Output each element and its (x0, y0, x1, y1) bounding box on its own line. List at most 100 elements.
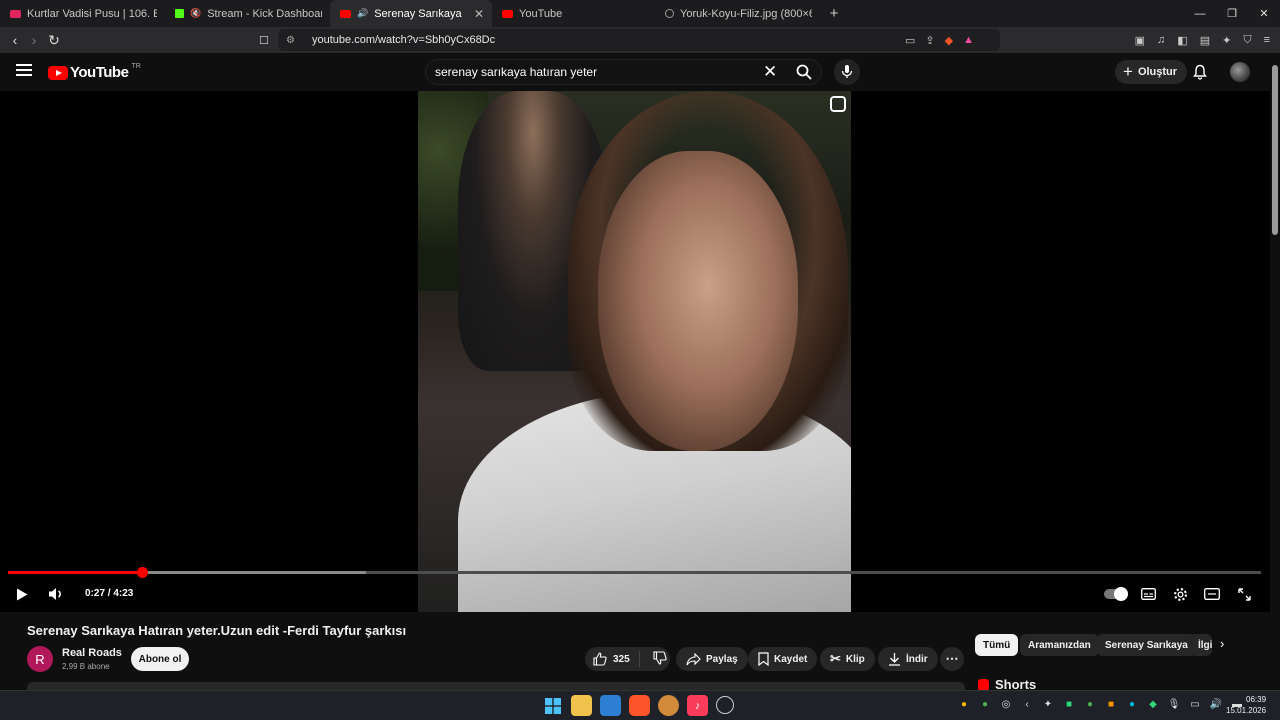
start-windows-icon[interactable] (542, 695, 563, 716)
cast-icon[interactable]: ▭ (905, 34, 915, 47)
vpn-icon[interactable]: ⛉ (1243, 34, 1251, 47)
browser-tab-3[interactable]: 🔊 Serenay Sarıkaya Hatıran yeter ✕ (330, 0, 492, 27)
chips-next-chevron-icon[interactable]: › (1220, 636, 1224, 651)
browser-tab-1[interactable]: Kurtlar Vadisi Pusu | 106. Bölüm | Yüks (0, 0, 165, 27)
tray-app-icon[interactable]: ◆ (1147, 698, 1159, 710)
brave-browser-icon[interactable] (629, 695, 650, 716)
description-box[interactable] (27, 682, 965, 690)
clear-search-icon[interactable]: ✕ (763, 62, 777, 82)
account-avatar[interactable] (1230, 62, 1250, 82)
theater-mode-button[interactable] (1202, 582, 1222, 606)
video-player[interactable] (0, 91, 1270, 612)
bookmark-icon[interactable]: ☐ (254, 30, 274, 50)
channel-name[interactable]: Real Roads (62, 647, 122, 659)
youtube-logo[interactable]: YouTube TR (48, 63, 141, 81)
tray-app-icon[interactable]: ● (979, 698, 991, 710)
site-info-icon[interactable]: ⚙ (286, 35, 298, 46)
guide-menu-icon[interactable] (16, 64, 32, 78)
sidebar-icon[interactable]: ◧ (1177, 34, 1187, 47)
chip-from-search[interactable]: Aramanızdan (1020, 634, 1099, 656)
bookmark-save-icon (758, 652, 769, 666)
forward-icon[interactable]: › (24, 30, 44, 50)
fullscreen-icon (1237, 587, 1251, 601)
tray-app-icon[interactable]: ● (1126, 698, 1138, 710)
reader-icon[interactable]: ▣ (1135, 34, 1145, 47)
tab-label: Stream - Kick Dashboard (207, 7, 322, 20)
minimize-icon[interactable]: — (1184, 0, 1216, 27)
network-icon[interactable]: ▭ (1189, 698, 1201, 710)
tab-label: Serenay Sarıkaya Hatıran yeter (374, 7, 462, 20)
clip-button[interactable]: ✂ Klip (820, 647, 875, 671)
audio-playing-icon[interactable]: 🔊 (357, 8, 368, 19)
game-app-icon[interactable] (658, 695, 679, 716)
back-icon[interactable]: ‹ (5, 30, 25, 50)
tray-app-icon[interactable]: ■ (1063, 698, 1075, 710)
browser-tab-4[interactable]: YouTube (492, 0, 655, 27)
music-icon[interactable]: ♫ (1157, 34, 1165, 46)
create-button[interactable]: + Oluştur (1115, 60, 1188, 84)
fullscreen-button[interactable] (1234, 582, 1254, 606)
plus-icon: + (1123, 62, 1133, 81)
new-tab-button[interactable]: + (820, 0, 848, 27)
notifications-bell-icon[interactable] (1192, 64, 1208, 80)
page-scrollbar[interactable] (1270, 53, 1280, 690)
reload-icon[interactable]: ↻ (44, 30, 64, 50)
chip-all[interactable]: Tümü (975, 634, 1019, 656)
subtitles-button[interactable] (1138, 582, 1158, 606)
close-tab-icon[interactable]: ✕ (468, 7, 484, 21)
video-frame[interactable] (418, 91, 851, 612)
voice-search-button[interactable] (834, 59, 860, 85)
volume-icon (49, 588, 61, 600)
browser-tab-2[interactable]: 🔇 Stream - Kick Dashboard (165, 0, 330, 27)
scrubber-handle[interactable] (137, 567, 149, 578)
subscriber-count: 2,99 B abone (62, 662, 110, 671)
microphone-icon (841, 65, 853, 78)
volume-button[interactable] (46, 582, 66, 606)
music-app-icon[interactable]: ♪ (687, 695, 708, 716)
share-icon[interactable]: ⇪ (925, 34, 934, 47)
more-actions-button[interactable]: ⋯ (940, 647, 964, 671)
share-button[interactable]: Paylaş (676, 647, 748, 671)
file-explorer-icon[interactable] (571, 695, 592, 716)
tray-app-icon[interactable]: ◎ (1000, 698, 1012, 710)
rewards-icon[interactable]: ▲ (963, 34, 974, 46)
restore-icon[interactable]: ❐ (1216, 0, 1248, 27)
download-button[interactable]: İndir (878, 647, 938, 671)
chip-related[interactable]: İlgili (1190, 634, 1212, 656)
tray-app-icon[interactable]: ● (1084, 698, 1096, 710)
close-window-icon[interactable]: ✕ (1248, 0, 1280, 27)
save-label: Kaydet (774, 653, 808, 665)
progress-bar[interactable] (8, 567, 1261, 578)
search-input[interactable]: serenay sarıkaya hatıran yeter ✕ (425, 59, 822, 85)
menu-icon[interactable]: ≡ (1264, 34, 1270, 46)
subscribe-button[interactable]: Abone ol (131, 647, 189, 671)
save-button[interactable]: Kaydet (748, 647, 818, 671)
download-icon (889, 653, 900, 666)
tray-app-icon[interactable]: ■ (1105, 698, 1117, 710)
store-icon[interactable] (600, 695, 621, 716)
taskbar-clock[interactable]: 06:39 15.01.2026 (1226, 694, 1266, 716)
microphone-tray-icon[interactable]: 🎙 (1168, 698, 1181, 710)
brave-shield-icon[interactable]: ◆ (945, 34, 953, 47)
player-controls: 0:27 / 4:23 (0, 582, 1270, 606)
channel-avatar[interactable]: R (27, 646, 53, 672)
muted-audio-icon[interactable]: 🔇 (190, 8, 201, 19)
autoplay-toggle[interactable] (1104, 587, 1128, 601)
search-icon[interactable] (796, 64, 812, 80)
clock-date: 15.01.2026 (1226, 706, 1267, 715)
wallet-icon[interactable]: ▤ (1200, 34, 1210, 47)
settings-button[interactable] (1170, 582, 1190, 606)
tray-chevron-icon[interactable]: ‹ (1021, 698, 1033, 710)
tray-app-icon[interactable]: ● (958, 698, 970, 710)
browser-tab-5[interactable]: Yoruk-Koyu-Filiz.jpg (800×600) (655, 0, 820, 27)
steam-app-icon[interactable] (716, 696, 734, 714)
chip-serenay-sarikaya[interactable]: Serenay Sarıkaya (1097, 634, 1196, 656)
like-button[interactable]: 325 (585, 651, 640, 667)
tray-app-icon[interactable]: ✦ (1042, 698, 1054, 710)
leo-ai-icon[interactable]: ✦ (1222, 34, 1231, 47)
url-field[interactable]: ⚙ youtube.com/watch?v=Sbh0yCx68Dc (278, 29, 1000, 51)
dislike-button[interactable] (645, 650, 667, 668)
speaker-icon[interactable]: 🔊 (1210, 698, 1222, 710)
scrollbar-thumb[interactable] (1272, 65, 1278, 235)
play-button[interactable] (12, 582, 32, 606)
